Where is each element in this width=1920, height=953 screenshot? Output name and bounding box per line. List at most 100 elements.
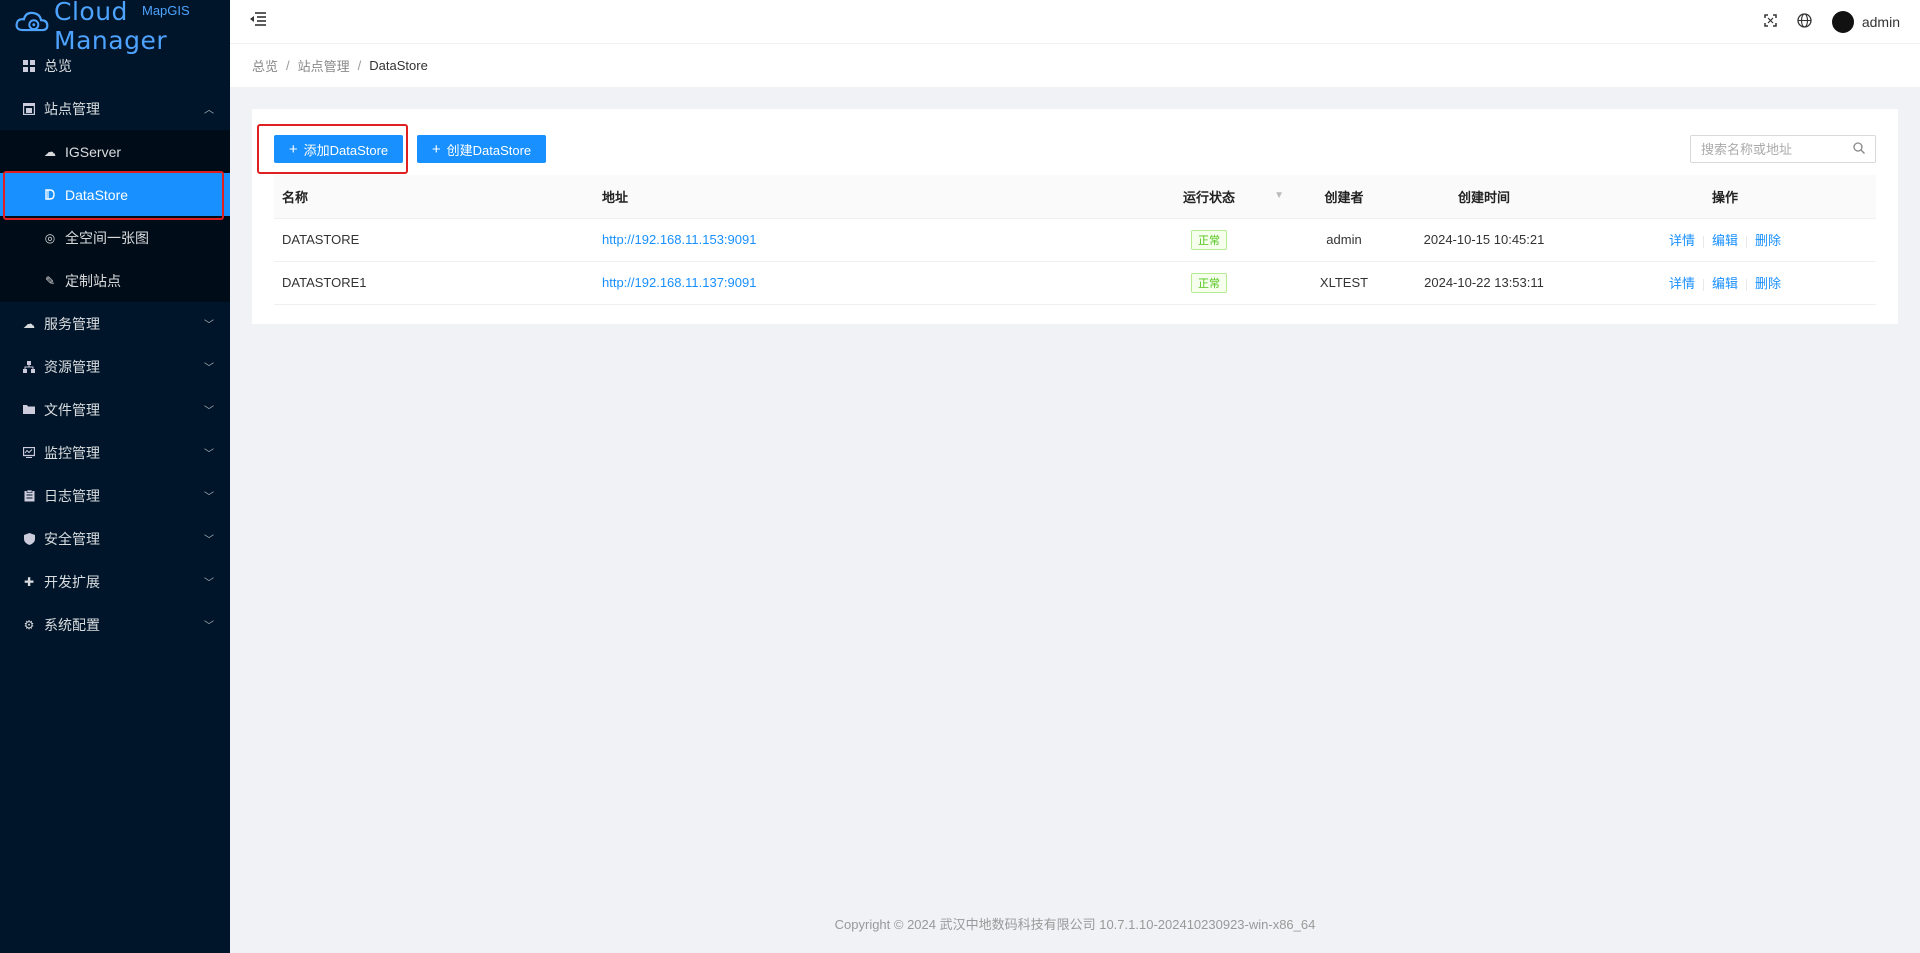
status-badge: 正常 [1191,229,1227,250]
sidebar-item-label: 安全管理 [44,530,100,547]
sidebar-item-log-management[interactable]: 日志管理 ﹀ [0,474,230,517]
edit-link[interactable]: 编辑 [1712,276,1738,291]
logo[interactable]: Cloud Manager MapGIS [0,0,230,55]
datastore-table: 名称 地址 运行状态 ▼ 创建者 创建时间 操作 DATASTORE http:… [274,175,1876,305]
sidebar-item-globe-map[interactable]: ◎ 全空间一张图 [0,216,230,259]
sidebar-item-security-management[interactable]: 安全管理 ﹀ [0,517,230,560]
folder-icon [22,403,36,417]
sidebar-item-file-management[interactable]: 文件管理 ﹀ [0,388,230,431]
user-menu[interactable]: admin [1831,11,1900,33]
cell-created-time: 2024-10-15 10:45:21 [1394,218,1574,262]
edit-link[interactable]: 编辑 [1712,233,1738,248]
datastore-icon [43,188,57,202]
sidebar-item-label: 监控管理 [44,444,100,461]
sidebar-item-resource-management[interactable]: 资源管理 ﹀ [0,345,230,388]
column-header-address: 地址 [594,175,1124,219]
sidebar-item-dev-extension[interactable]: ✚ 开发扩展 ﹀ [0,560,230,603]
site-submenu: ☁ IGServer DataStore ◎ 全空间一张图 ✎ 定制站点 [0,130,230,302]
delete-link[interactable]: 删除 [1755,233,1781,248]
resource-icon [22,360,36,374]
plus-icon: + [288,140,298,158]
cell-name: DATASTORE [274,218,594,262]
sidebar-item-label: 文件管理 [44,401,100,418]
search-input[interactable] [1691,136,1841,162]
divider [1702,235,1704,248]
sidebar-menu: 总览 站点管理 ︿ ☁ IGServer DataStore ◎ 全空间一张图 [0,44,230,646]
address-link[interactable]: http://192.168.11.153:9091 [602,232,756,247]
language-globe-icon[interactable] [1797,12,1812,32]
create-datastore-button[interactable]: + 创建DataStore [417,135,546,163]
cell-name: DATASTORE1 [274,261,594,305]
chevron-up-icon: ︿ [204,105,214,116]
detail-link[interactable]: 详情 [1669,233,1695,248]
shield-icon [22,532,36,546]
cell-address: http://192.168.11.137:9091 [594,261,1124,305]
sidebar-item-label: IGServer [65,143,122,160]
log-icon [22,489,36,503]
sidebar-item-igserver[interactable]: ☁ IGServer [0,130,230,173]
sidebar: Cloud Manager MapGIS 总览 站点管理 ︿ ☁ IGServe… [0,0,230,953]
dashboard-icon [22,59,36,73]
monitor-icon [22,446,36,460]
chevron-down-icon: ﹀ [204,492,214,503]
sidebar-item-site-management[interactable]: 站点管理 ︿ [0,87,230,130]
breadcrumb-separator: / [357,58,362,73]
sidebar-item-monitor-management[interactable]: 监控管理 ﹀ [0,431,230,474]
sidebar-item-label: 定制站点 [65,272,121,289]
filter-icon[interactable]: ▼ [1274,190,1284,201]
table-row: DATASTORE1 http://192.168.11.137:9091 正常… [274,261,1876,305]
cloud-service-icon: ☁ [23,316,35,331]
sidebar-item-system-config[interactable]: ⚙ 系统配置 ﹀ [0,603,230,646]
address-link[interactable]: http://192.168.11.137:9091 [602,275,756,290]
divider [1746,278,1747,291]
chevron-down-icon: ﹀ [204,449,214,460]
custom-site-icon: ✎ [44,273,56,288]
delete-link[interactable]: 删除 [1755,276,1781,291]
cell-created-time: 2024-10-22 13:53:11 [1394,261,1574,305]
breadcrumb-item-overview[interactable]: 总览 [252,56,278,75]
cell-status: 正常 [1124,218,1294,262]
sidebar-item-label: DataStore [65,186,129,203]
divider [1702,278,1704,291]
column-header-creator: 创建者 [1294,175,1394,219]
sidebar-item-label: 服务管理 [44,315,100,332]
sidebar-item-datastore[interactable]: DataStore [0,173,230,216]
cell-creator: admin [1294,218,1394,262]
sidebar-item-service-management[interactable]: ☁ 服务管理 ﹀ [0,302,230,345]
search-icon[interactable] [1853,142,1865,157]
table-header-row: 名称 地址 运行状态 ▼ 创建者 创建时间 操作 [274,175,1876,219]
column-header-status-label: 运行状态 [1182,189,1235,205]
chevron-down-icon: ﹀ [204,578,214,589]
breadcrumb: 总览 / 站点管理 / DataStore [230,44,1920,87]
logo-subtext: MapGIS [142,3,190,18]
fullscreen-icon[interactable] [1764,13,1777,31]
sidebar-item-overview[interactable]: 总览 [0,44,230,87]
search-box [1690,135,1876,163]
column-header-name: 名称 [274,175,594,219]
sidebar-item-label: 日志管理 [44,487,100,504]
footer-copyright: Copyright © 2024 武汉中地数码科技有限公司 10.7.1.10-… [834,917,1316,932]
chevron-down-icon: ﹀ [204,535,214,546]
sidebar-item-label: 全空间一张图 [65,229,149,246]
username: admin [1861,14,1900,30]
breadcrumb-item-site-management[interactable]: 站点管理 [298,56,350,75]
detail-link[interactable]: 详情 [1669,276,1695,291]
add-datastore-button[interactable]: + 添加DataStore [274,135,403,163]
menu-fold-icon[interactable] [250,12,270,32]
sidebar-item-custom-site[interactable]: ✎ 定制站点 [0,259,230,302]
top-header: admin [230,0,1920,44]
divider [1746,235,1747,248]
breadcrumb-separator: / [286,58,290,73]
avatar [1831,11,1854,33]
chevron-down-icon: ﹀ [204,621,214,632]
site-icon [22,102,36,116]
column-header-status: 运行状态 ▼ [1124,175,1294,219]
sidebar-item-label: 资源管理 [44,358,100,375]
sidebar-item-label: 开发扩展 [44,573,100,590]
chevron-down-icon: ﹀ [204,406,214,417]
cell-creator: XLTEST [1294,261,1394,305]
cell-actions: 详情 编辑 删除 [1574,261,1876,305]
table-row: DATASTORE http://192.168.11.153:9091 正常 … [274,218,1876,262]
igserver-icon: ☁ [44,144,56,159]
create-datastore-label: 创建DataStore [446,142,532,158]
